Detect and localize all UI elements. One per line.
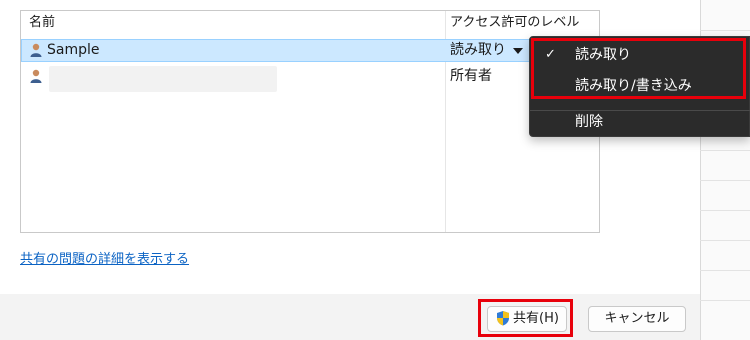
menu-item-label: 削除 [575, 114, 603, 130]
menu-item-remove[interactable]: 削除 [530, 108, 750, 136]
background-grid-line [700, 300, 750, 301]
access-level-owner: 所有者 [450, 68, 492, 84]
column-header-access-level[interactable]: アクセス許可のレベル [450, 11, 579, 35]
background-grid-line [700, 240, 750, 241]
redacted-user-name [49, 66, 277, 92]
background-grid-line [700, 180, 750, 181]
background-grid-line [700, 210, 750, 211]
background-grid-line [700, 270, 750, 271]
background-grid-line [700, 150, 750, 151]
access-level-dropdown[interactable]: 読み取り [450, 39, 506, 62]
permissions-table: 名前 アクセス許可のレベル Sample 読み取り 所有者 [20, 10, 600, 233]
background-grid-line [700, 30, 750, 31]
share-troubleshoot-link[interactable]: 共有の問題の詳細を表示する [20, 248, 189, 267]
user-name-sample: Sample [47, 42, 100, 58]
highlight-box-menu [531, 38, 746, 99]
user-icon [30, 43, 42, 57]
user-icon [30, 69, 42, 83]
highlight-box-share [478, 299, 573, 337]
dropdown-arrow-icon[interactable] [513, 48, 523, 54]
cancel-button[interactable]: キャンセル [588, 306, 686, 332]
column-header-name[interactable]: 名前 [29, 11, 55, 35]
